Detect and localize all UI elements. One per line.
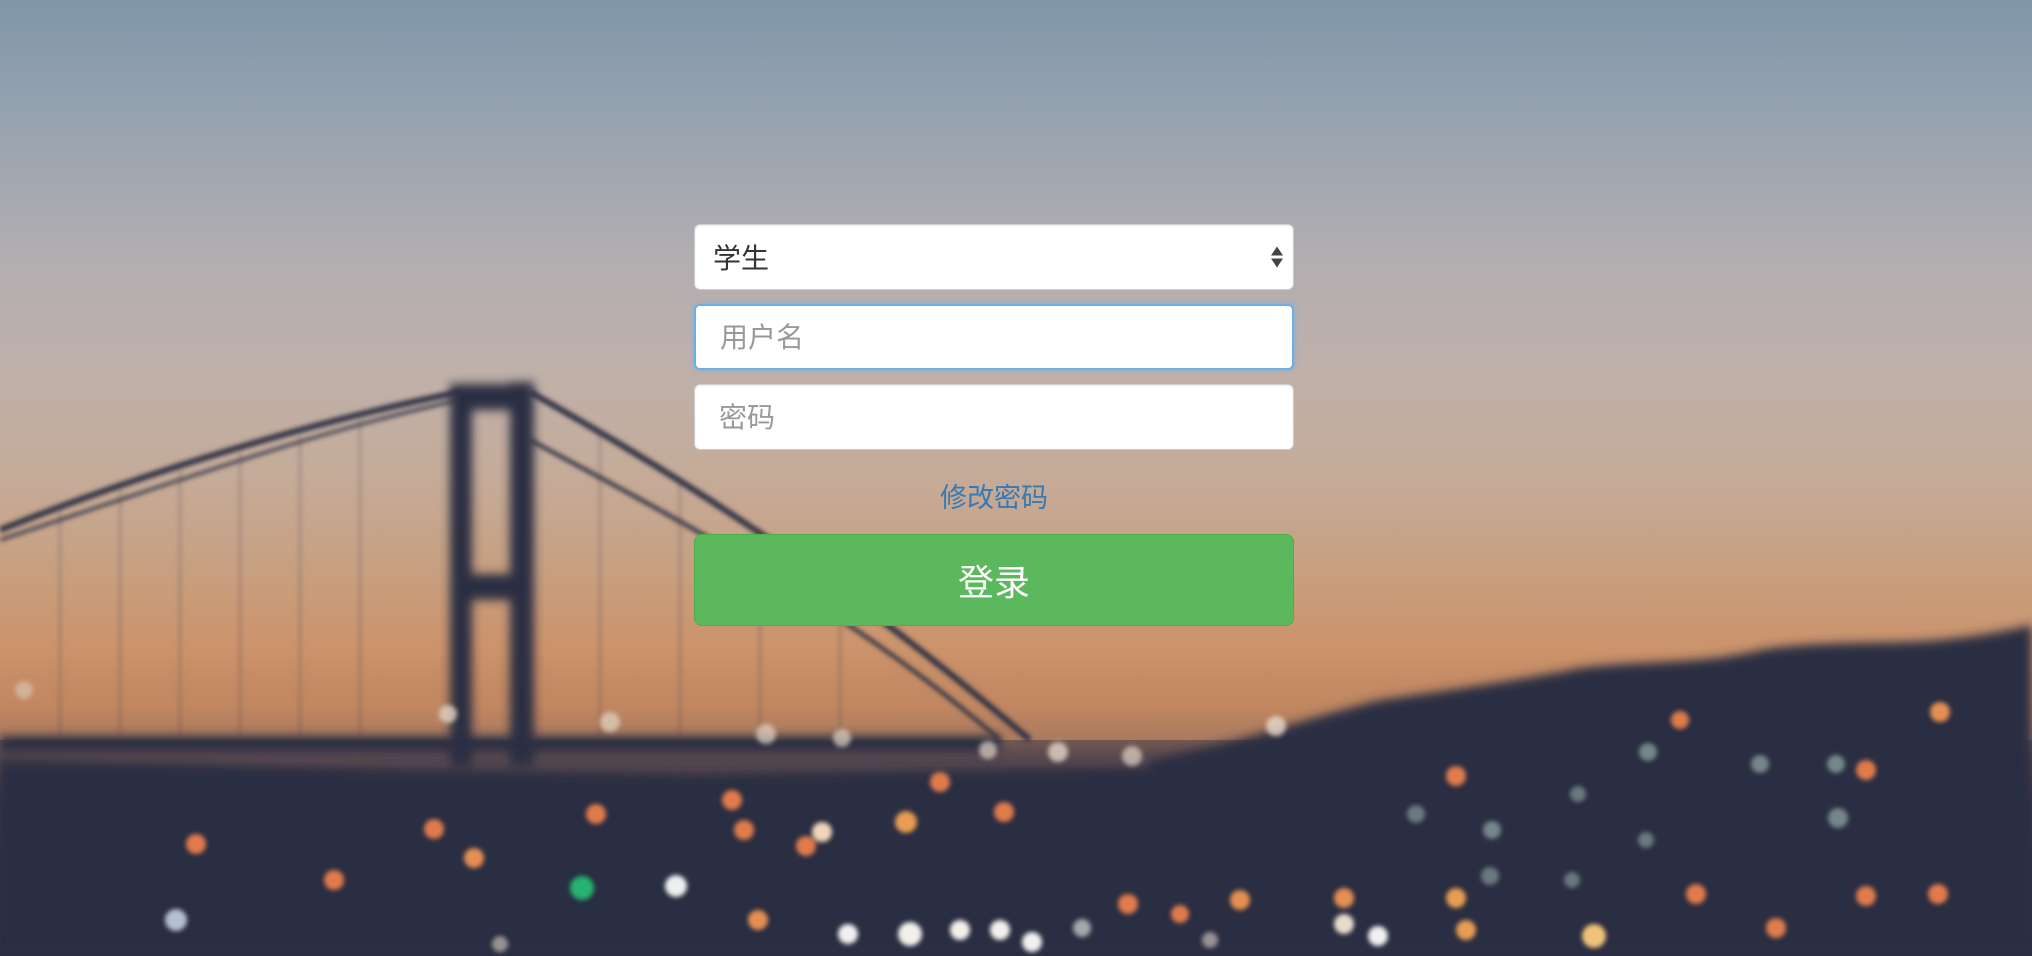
- login-button[interactable]: 登录: [694, 534, 1294, 626]
- password-input[interactable]: [694, 384, 1294, 450]
- change-password-row: 修改密码: [694, 476, 1294, 516]
- username-input[interactable]: [694, 304, 1294, 370]
- login-form: 学生 修改密码 登录: [694, 224, 1294, 626]
- change-password-link[interactable]: 修改密码: [940, 483, 1048, 514]
- select-arrows-icon: [1271, 246, 1283, 268]
- role-select[interactable]: 学生: [694, 224, 1294, 290]
- role-select-value: 学生: [713, 242, 770, 275]
